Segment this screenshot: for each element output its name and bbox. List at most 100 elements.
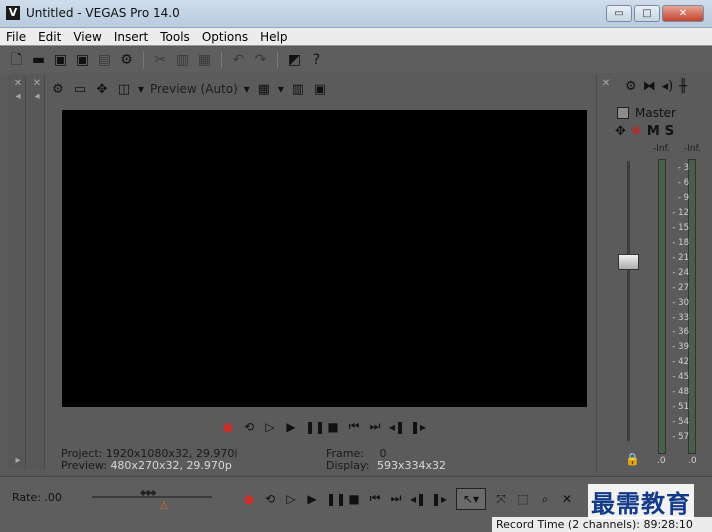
loop-icon[interactable]: ⟲ — [242, 420, 256, 434]
menu-file[interactable]: File — [6, 30, 26, 44]
save-as-icon[interactable]: ▣ — [74, 52, 91, 69]
play-from-start-icon[interactable]: ▷ — [284, 492, 298, 506]
left-dock-strip: ✕ ◂ ▸ — [8, 75, 26, 470]
mixer-toolbar: ⚙ ⧓ ◂) ╫ — [625, 79, 687, 94]
close-icon[interactable]: ✕ — [600, 78, 612, 90]
copy-icon[interactable]: ▥ — [174, 52, 191, 69]
selection-tool-icon[interactable]: ⬚ — [516, 492, 530, 506]
record-icon[interactable]: ● — [221, 420, 235, 434]
meter-scale-tick: - 18 — [672, 237, 689, 248]
play-icon[interactable]: ▶ — [284, 420, 298, 434]
menu-help[interactable]: Help — [260, 30, 287, 44]
dim-output-icon[interactable]: ◂) — [662, 79, 674, 94]
meter-scale-tick: - 30 — [672, 297, 689, 308]
rate-ticks: ◆◆◆ — [140, 488, 157, 497]
meter-left-bottom: .0 — [657, 456, 666, 466]
save-snapshot-icon[interactable]: ▣ — [312, 82, 328, 97]
preview-quality-dropdown[interactable]: Preview (Auto) — [150, 82, 238, 96]
expand-icon[interactable]: ▸ — [12, 455, 24, 467]
meter-scale-tick: - 33 — [672, 312, 689, 323]
solo-button[interactable]: S — [665, 124, 674, 139]
fx-icon[interactable]: ✥ — [94, 82, 110, 97]
window-title: Untitled - VEGAS Pro 14.0 — [26, 6, 180, 20]
undo-icon[interactable]: ↶ — [230, 52, 247, 69]
meter-right — [688, 159, 696, 454]
collapse-icon[interactable]: ◂ — [12, 91, 24, 103]
go-to-start-icon[interactable]: ⏮ — [368, 491, 382, 506]
meter-right-bottom: .0 — [688, 456, 697, 466]
close-icon[interactable]: ✕ — [12, 78, 24, 90]
previous-frame-icon[interactable]: ◂❚ — [389, 420, 405, 434]
meter-scale-tick: - 9 — [677, 192, 689, 203]
menu-tools[interactable]: Tools — [160, 30, 190, 44]
copy-snapshot-icon[interactable]: ▥ — [290, 82, 306, 97]
pause-icon[interactable]: ❚❚ — [326, 492, 346, 506]
meter-scale-tick: - 15 — [672, 222, 689, 233]
pause-icon[interactable]: ❚❚ — [305, 420, 325, 434]
meter-scale-tick: - 57 — [672, 432, 689, 443]
redo-icon[interactable]: ↷ — [252, 52, 269, 69]
meter-scale-tick: - 42 — [672, 357, 689, 368]
toolbar-separator — [277, 51, 278, 69]
mixer-properties-icon[interactable]: ⚙ — [625, 79, 637, 94]
open-folder-icon[interactable]: ▬ — [30, 52, 47, 69]
meter-scale-tick: - 54 — [672, 417, 689, 428]
split-screen-icon[interactable]: ◫ — [116, 82, 132, 97]
play-icon[interactable]: ▶ — [305, 492, 319, 506]
render-icon[interactable]: ▤ — [96, 52, 113, 69]
collapse-icon[interactable]: ◂ — [31, 91, 43, 103]
menu-edit[interactable]: Edit — [38, 30, 61, 44]
menu-insert[interactable]: Insert — [114, 30, 148, 44]
maximize-button[interactable]: □ — [634, 5, 660, 22]
meter-scale-tick: - 3 — [677, 163, 689, 173]
preview-properties-icon[interactable]: ⚙ — [50, 82, 66, 97]
close-icon[interactable]: ✕ — [31, 78, 43, 90]
save-icon[interactable]: ▣ — [52, 52, 69, 69]
chevron-down-icon[interactable]: ▾ — [244, 82, 250, 96]
lock-icon[interactable]: 🔒 — [625, 452, 640, 466]
mute-button[interactable]: M — [647, 124, 660, 139]
rate-marker-icon[interactable]: △ — [160, 500, 168, 511]
toolbar-separator — [221, 51, 222, 69]
menu-view[interactable]: View — [73, 30, 101, 44]
go-to-start-icon[interactable]: ⏮ — [347, 419, 361, 434]
preview-transport: ● ⟲ ▷ ▶ ❚❚ ■ ⏮ ⏭ ◂❚ ❚▸ — [221, 419, 426, 434]
loop-icon[interactable]: ⟲ — [263, 492, 277, 506]
play-from-start-icon[interactable]: ▷ — [263, 420, 277, 434]
master-fader-track[interactable] — [627, 161, 630, 441]
zoom-tool-icon[interactable]: ⌕ — [538, 492, 552, 507]
record-icon[interactable]: ● — [242, 492, 256, 506]
next-frame-icon[interactable]: ❚▸ — [431, 492, 447, 506]
cut-icon[interactable]: ✂ — [152, 52, 169, 69]
stop-icon[interactable]: ■ — [326, 420, 340, 434]
chevron-down-icon[interactable]: ▾ — [138, 82, 144, 96]
display-value: 593x334x32 — [376, 459, 446, 472]
master-fader-handle[interactable] — [618, 254, 639, 270]
close-button[interactable]: ✕ — [662, 5, 704, 22]
stop-icon[interactable]: ■ — [347, 492, 361, 506]
split-icon[interactable]: ◩ — [286, 52, 303, 69]
new-file-icon[interactable]: 🗋 — [8, 52, 25, 69]
delete-icon[interactable]: ✕ — [560, 492, 574, 506]
video-preview-screen[interactable] — [62, 110, 587, 407]
pan-icon[interactable]: ✥ — [615, 124, 626, 139]
menu-options[interactable]: Options — [202, 30, 248, 44]
properties-icon[interactable]: ⚙ — [118, 52, 135, 69]
paste-icon[interactable]: ▦ — [196, 52, 213, 69]
help-icon[interactable]: ? — [308, 52, 325, 69]
go-to-end-icon[interactable]: ⏭ — [368, 419, 382, 434]
minimize-button[interactable]: ▭ — [606, 5, 632, 22]
overlays-icon[interactable]: ▦ — [256, 82, 272, 97]
normal-edit-tool-icon[interactable]: ↖▾ — [456, 488, 486, 510]
next-frame-icon[interactable]: ❚▸ — [410, 420, 426, 434]
external-monitor-icon[interactable]: ▭ — [72, 82, 88, 97]
chevron-down-icon[interactable]: ▾ — [278, 82, 284, 96]
mixer-view-icon[interactable]: ╫ — [679, 79, 687, 94]
envelope-tool-icon[interactable]: ⤧ — [494, 492, 508, 507]
fx-icon[interactable]: ✺ — [631, 124, 642, 139]
previous-frame-icon[interactable]: ◂❚ — [410, 492, 426, 506]
master-fx-button[interactable] — [617, 107, 629, 119]
master-label: Master — [635, 106, 676, 120]
go-to-end-icon[interactable]: ⏭ — [389, 491, 403, 506]
downmix-icon[interactable]: ⧓ — [643, 79, 656, 94]
